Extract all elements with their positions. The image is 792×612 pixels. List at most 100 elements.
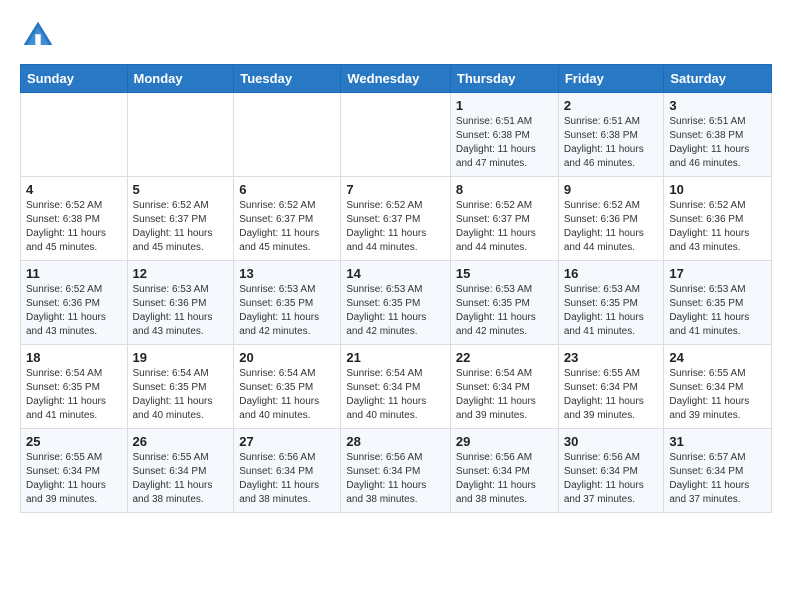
day-cell-30: 30 Sunrise: 6:56 AM Sunset: 6:34 PM Dayli… [558, 429, 664, 513]
day-number: 3 [669, 98, 766, 113]
day-cell-7: 7Sunrise: 6:52 AM Sunset: 6:37 PM Daylig… [341, 177, 451, 261]
calendar-week-2: 4 Sunrise: 6:52 AM Sunset: 6:38 PM Daylig… [21, 177, 772, 261]
day-info: Sunrise: 6:54 AM Sunset: 6:35 PM Dayligh… [239, 367, 335, 423]
day-info: Sunrise: 6:54 AM Sunset: 6:35 PM Dayligh… [26, 367, 122, 423]
day-cell-16: 16 Sunrise: 6:53 AM Sunset: 6:35 PM Dayli… [558, 261, 664, 345]
calendar-week-5: 25 Sunrise: 6:55 AM Sunset: 6:34 PM Dayli… [21, 429, 772, 513]
day-number: 13 [239, 266, 335, 281]
day-info: Sunrise: 6:54 AM Sunset: 6:34 PM Dayligh… [346, 367, 445, 423]
day-number: 27 [239, 434, 335, 449]
day-cell-8: 8 Sunrise: 6:52 AM Sunset: 6:37 PM Daylig… [450, 177, 558, 261]
day-cell-6: 6 Sunrise: 6:52 AM Sunset: 6:37 PM Daylig… [234, 177, 341, 261]
day-header-friday: Friday [558, 65, 664, 93]
day-info: Sunrise: 6:52 AM Sunset: 6:37 PM Dayligh… [456, 199, 553, 255]
day-cell-4: 4 Sunrise: 6:52 AM Sunset: 6:38 PM Daylig… [21, 177, 128, 261]
day-cell-21: 21 Sunrise: 6:54 AM Sunset: 6:34 PM Dayli… [341, 345, 451, 429]
day-cell-5: 5Sunrise: 6:52 AM Sunset: 6:37 PM Daylig… [127, 177, 234, 261]
day-info: Sunrise: 6:52 AM Sunset: 6:36 PM Dayligh… [564, 199, 659, 255]
day-number: 26 [133, 434, 229, 449]
day-number: 12 [133, 266, 229, 281]
day-header-wednesday: Wednesday [341, 65, 451, 93]
day-number: 15 [456, 266, 553, 281]
day-info: Sunrise: 6:54 AM Sunset: 6:34 PM Dayligh… [456, 367, 553, 423]
day-number: 1 [456, 98, 553, 113]
day-number: 31 [669, 434, 766, 449]
calendar-header-row: SundayMondayTuesdayWednesdayThursdayFrid… [21, 65, 772, 93]
day-info: Sunrise: 6:54 AM Sunset: 6:35 PM Dayligh… [133, 367, 229, 423]
day-info: Sunrise: 6:53 AM Sunset: 6:35 PM Dayligh… [346, 283, 445, 339]
day-header-monday: Monday [127, 65, 234, 93]
day-cell-1: 1 Sunrise: 6:51 AM Sunset: 6:38 PM Daylig… [450, 93, 558, 177]
day-info: Sunrise: 6:57 AM Sunset: 6:34 PM Dayligh… [669, 451, 766, 507]
day-cell-29: 29 Sunrise: 6:56 AM Sunset: 6:34 PM Dayli… [450, 429, 558, 513]
day-info: Sunrise: 6:52 AM Sunset: 6:36 PM Dayligh… [26, 283, 122, 339]
day-number: 8 [456, 182, 553, 197]
empty-cell [127, 93, 234, 177]
day-number: 28 [346, 434, 445, 449]
day-info: Sunrise: 6:56 AM Sunset: 6:34 PM Dayligh… [456, 451, 553, 507]
day-header-saturday: Saturday [664, 65, 772, 93]
day-cell-9: 9 Sunrise: 6:52 AM Sunset: 6:36 PM Daylig… [558, 177, 664, 261]
day-info: Sunrise: 6:51 AM Sunset: 6:38 PM Dayligh… [564, 115, 659, 171]
day-number: 18 [26, 350, 122, 365]
day-info: Sunrise: 6:55 AM Sunset: 6:34 PM Dayligh… [564, 367, 659, 423]
header [20, 18, 772, 54]
day-cell-10: 10 Sunrise: 6:52 AM Sunset: 6:36 PM Dayli… [664, 177, 772, 261]
day-header-tuesday: Tuesday [234, 65, 341, 93]
day-info: Sunrise: 6:51 AM Sunset: 6:38 PM Dayligh… [456, 115, 553, 171]
empty-cell [234, 93, 341, 177]
day-info: Sunrise: 6:53 AM Sunset: 6:36 PM Dayligh… [133, 283, 229, 339]
day-cell-28: 28Sunrise: 6:56 AM Sunset: 6:34 PM Dayli… [341, 429, 451, 513]
logo-icon [20, 18, 56, 54]
day-cell-12: 12 Sunrise: 6:53 AM Sunset: 6:36 PM Dayli… [127, 261, 234, 345]
day-info: Sunrise: 6:52 AM Sunset: 6:38 PM Dayligh… [26, 199, 122, 255]
day-info: Sunrise: 6:52 AM Sunset: 6:37 PM Dayligh… [346, 199, 445, 255]
day-cell-31: 31 Sunrise: 6:57 AM Sunset: 6:34 PM Dayli… [664, 429, 772, 513]
day-number: 19 [133, 350, 229, 365]
day-header-thursday: Thursday [450, 65, 558, 93]
day-cell-25: 25 Sunrise: 6:55 AM Sunset: 6:34 PM Dayli… [21, 429, 128, 513]
day-number: 30 [564, 434, 659, 449]
day-cell-3: 3 Sunrise: 6:51 AM Sunset: 6:38 PM Daylig… [664, 93, 772, 177]
calendar-table: SundayMondayTuesdayWednesdayThursdayFrid… [20, 64, 772, 513]
day-number: 6 [239, 182, 335, 197]
day-cell-19: 19 Sunrise: 6:54 AM Sunset: 6:35 PM Dayli… [127, 345, 234, 429]
day-info: Sunrise: 6:52 AM Sunset: 6:36 PM Dayligh… [669, 199, 766, 255]
day-cell-17: 17Sunrise: 6:53 AM Sunset: 6:35 PM Dayli… [664, 261, 772, 345]
day-number: 20 [239, 350, 335, 365]
day-number: 29 [456, 434, 553, 449]
day-info: Sunrise: 6:53 AM Sunset: 6:35 PM Dayligh… [239, 283, 335, 339]
day-cell-13: 13 Sunrise: 6:53 AM Sunset: 6:35 PM Dayli… [234, 261, 341, 345]
day-number: 24 [669, 350, 766, 365]
day-number: 16 [564, 266, 659, 281]
day-number: 25 [26, 434, 122, 449]
day-cell-22: 22 Sunrise: 6:54 AM Sunset: 6:34 PM Dayli… [450, 345, 558, 429]
day-cell-14: 14 Sunrise: 6:53 AM Sunset: 6:35 PM Dayli… [341, 261, 451, 345]
day-number: 14 [346, 266, 445, 281]
day-cell-27: 27 Sunrise: 6:56 AM Sunset: 6:34 PM Dayli… [234, 429, 341, 513]
day-info: Sunrise: 6:55 AM Sunset: 6:34 PM Dayligh… [133, 451, 229, 507]
day-cell-11: 11 Sunrise: 6:52 AM Sunset: 6:36 PM Dayli… [21, 261, 128, 345]
day-info: Sunrise: 6:55 AM Sunset: 6:34 PM Dayligh… [26, 451, 122, 507]
day-cell-23: 23 Sunrise: 6:55 AM Sunset: 6:34 PM Dayli… [558, 345, 664, 429]
day-info: Sunrise: 6:53 AM Sunset: 6:35 PM Dayligh… [564, 283, 659, 339]
day-number: 22 [456, 350, 553, 365]
calendar-week-4: 18 Sunrise: 6:54 AM Sunset: 6:35 PM Dayli… [21, 345, 772, 429]
day-number: 4 [26, 182, 122, 197]
day-header-sunday: Sunday [21, 65, 128, 93]
day-info: Sunrise: 6:52 AM Sunset: 6:37 PM Dayligh… [239, 199, 335, 255]
day-number: 9 [564, 182, 659, 197]
day-info: Sunrise: 6:56 AM Sunset: 6:34 PM Dayligh… [239, 451, 335, 507]
empty-cell [341, 93, 451, 177]
day-info: Sunrise: 6:51 AM Sunset: 6:38 PM Dayligh… [669, 115, 766, 171]
day-cell-20: 20 Sunrise: 6:54 AM Sunset: 6:35 PM Dayli… [234, 345, 341, 429]
day-number: 21 [346, 350, 445, 365]
day-number: 23 [564, 350, 659, 365]
day-number: 10 [669, 182, 766, 197]
day-info: Sunrise: 6:55 AM Sunset: 6:34 PM Dayligh… [669, 367, 766, 423]
day-number: 17 [669, 266, 766, 281]
day-info: Sunrise: 6:56 AM Sunset: 6:34 PM Dayligh… [564, 451, 659, 507]
day-number: 11 [26, 266, 122, 281]
day-cell-15: 15Sunrise: 6:53 AM Sunset: 6:35 PM Dayli… [450, 261, 558, 345]
logo [20, 18, 62, 54]
